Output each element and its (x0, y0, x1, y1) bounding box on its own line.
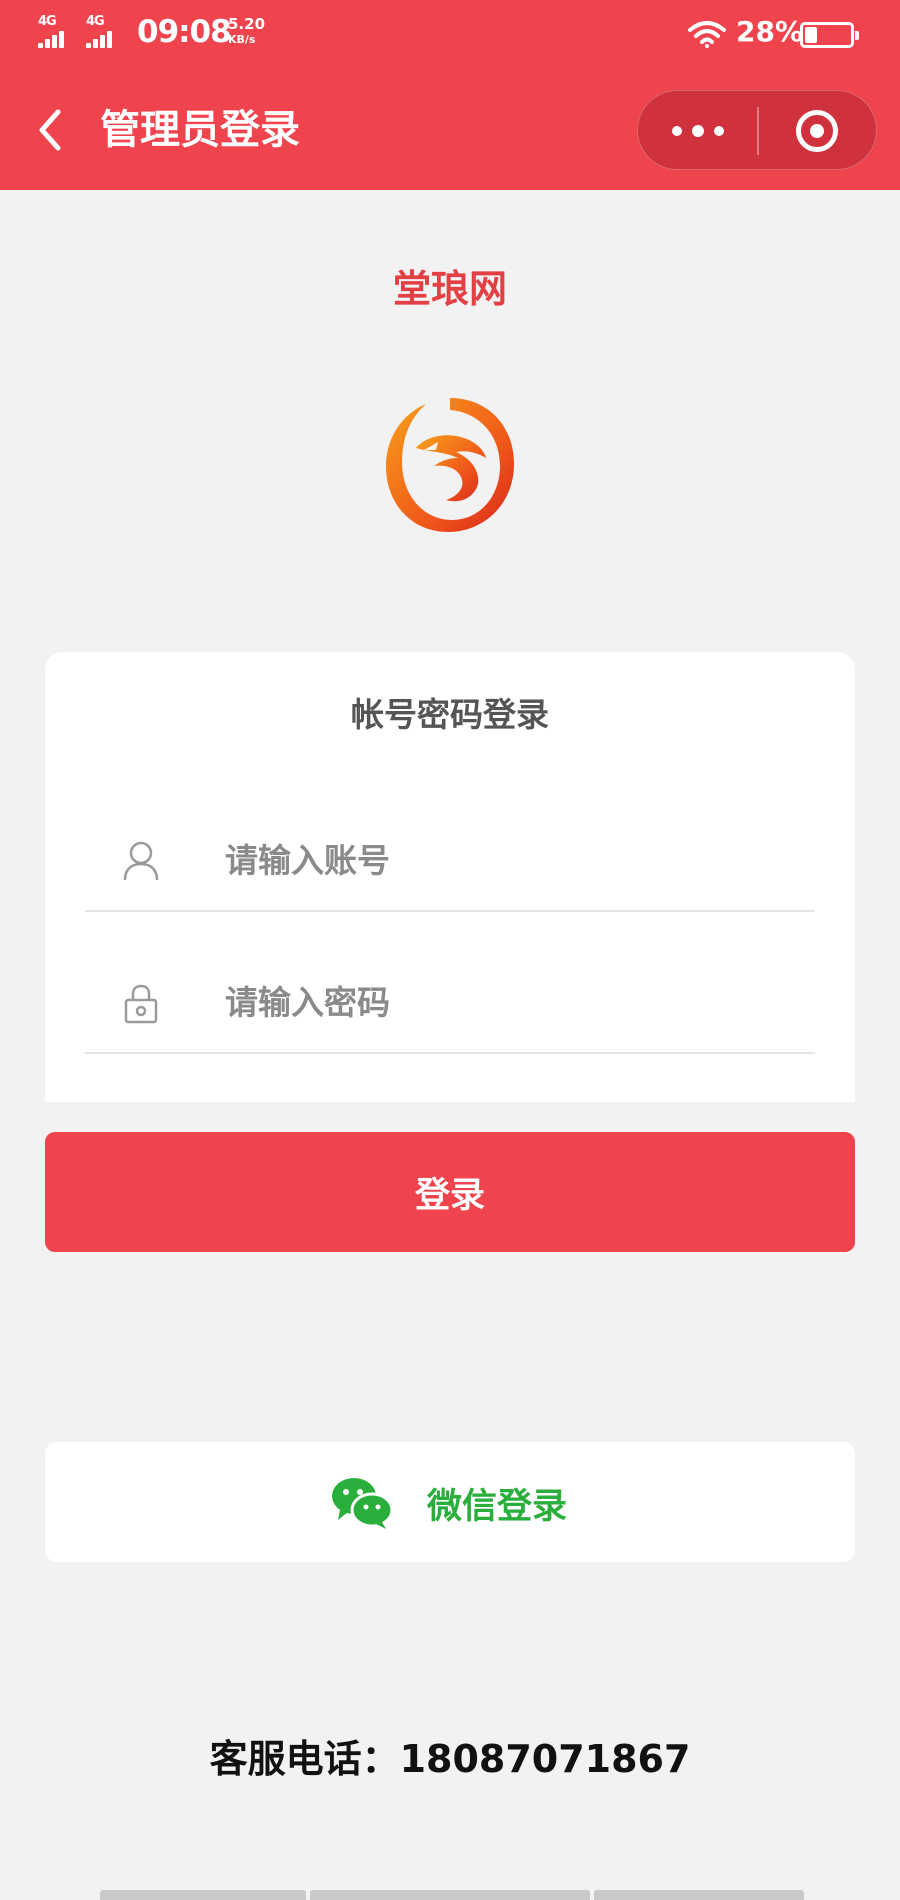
wechat-login-label: 微信登录 (427, 1487, 568, 1527)
wechat-icon (332, 1478, 394, 1529)
service-phone[interactable]: 18087071867 (400, 1737, 691, 1781)
dragon-logo-icon (386, 398, 514, 532)
more-button[interactable] (638, 91, 757, 171)
bottom-bar-peek (100, 1890, 900, 1900)
status-bar: 4G 4G 09:08 5.20 KB/s 28% (0, 0, 900, 70)
customer-service: 客服电话：18087071867 (0, 1728, 900, 1783)
login-card-title: 帐号密码登录 (351, 695, 549, 734)
close-mini-program-button[interactable] (759, 91, 878, 171)
header: 4G 4G 09:08 5.20 KB/s 28% 管理员登录 (0, 0, 900, 190)
user-icon (123, 841, 159, 881)
account-input[interactable] (225, 830, 785, 890)
service-label: 客服电话： (209, 1737, 400, 1781)
password-input[interactable] (225, 972, 785, 1032)
page-title: 管理员登录 (100, 107, 300, 153)
status-time: 09:08 (137, 14, 232, 50)
login-button[interactable]: 登录 (45, 1132, 855, 1252)
wifi-icon (688, 21, 726, 48)
account-field (85, 812, 815, 912)
login-card: 帐号密码登录 (45, 652, 855, 1102)
speed-value: 5.20 (228, 15, 266, 33)
lock-icon (124, 984, 158, 1024)
site-name: 堂琅网 (392, 267, 507, 311)
battery-percent: 28% (736, 15, 804, 48)
password-field (85, 954, 815, 1054)
speed-unit: KB/s (228, 33, 256, 46)
battery-icon (800, 22, 859, 48)
mini-program-capsule (637, 90, 877, 170)
network-type-1: 4G (38, 14, 57, 29)
network-speed: 5.20 KB/s (228, 16, 265, 48)
network-type-2: 4G (86, 14, 105, 29)
wechat-login-button[interactable]: 微信登录 (45, 1442, 855, 1562)
chevron-left-icon[interactable] (30, 100, 70, 160)
